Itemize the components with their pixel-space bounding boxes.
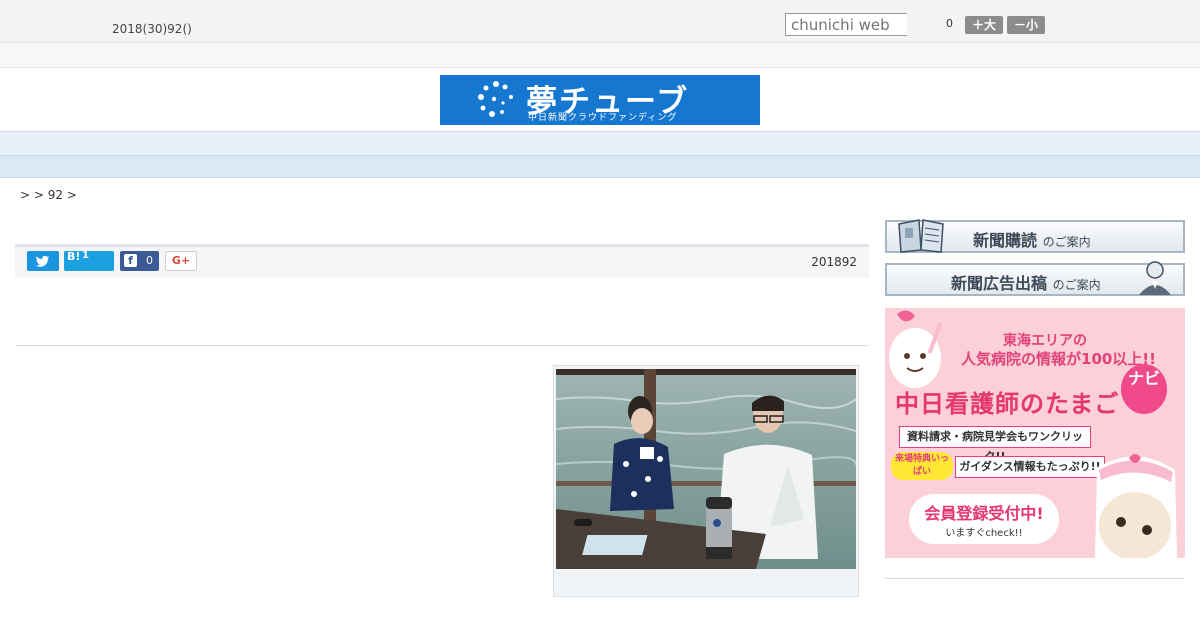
facebook-count: 0 [146,254,153,267]
sub-nav [0,156,1200,178]
font-small-button[interactable]: －小 [1007,16,1045,34]
businessman-icon [1139,261,1171,295]
subscription-info-button[interactable]: 新聞購読 のご案内 [885,219,1185,253]
twitter-bird-icon [36,255,50,267]
ad-line-1: 東海エリアの [1003,333,1087,349]
article-photo[interactable] [556,369,856,569]
font-large-button[interactable]: ＋大 [965,16,1003,34]
ad-feature-2: ガイダンス情報もたっぷり!! [955,456,1105,478]
facebook-share-button[interactable]: f 0 [120,251,159,271]
google-plus-button[interactable]: G+ [165,251,197,271]
font-size-indicator: 0 [946,17,953,30]
share-bar: B! 1 f 0 G+ 201892 [15,244,869,278]
header-band [0,43,1200,68]
global-nav [0,131,1200,156]
top-bar: 2018(30)92() 0 ＋大 －小 [0,0,1200,43]
search-input[interactable] [785,13,907,36]
ad-line-2: 人気病院の情報が100以上!! [961,350,1156,368]
yume-tube-banner[interactable]: 夢チューブ 中日新聞クラウドファンディング [440,75,760,125]
ad-bonus-badge: 来場特典いっぱい [891,452,953,480]
breadcrumb: > > 92 > [20,188,77,202]
dots-logo-icon [478,81,513,117]
twitter-share-button[interactable] [27,251,59,271]
current-date: 2018(30)92() [112,22,192,36]
hatena-count: 1 [82,250,89,261]
content-divider [15,345,869,346]
hatena-bookmark-button[interactable]: B! 1 [64,250,114,271]
nurse-character-icon [889,310,943,388]
ad-cta-sub: いますぐcheck!! [945,528,1023,539]
subscription-label: 新聞購読 のご案内 [973,231,1091,250]
hatena-label: B! [67,250,81,263]
article-date: 201892 [811,255,857,269]
banner-logo-subtext: 中日新聞クラウドファンディング [528,113,678,123]
egg-character-icon [1095,454,1177,558]
advertising-info-button[interactable]: 新聞広告出稿 のご案内 [885,261,1185,296]
ad-navi-badge: ナビ [1121,364,1167,414]
ad-feature-1: 資料請求・病院見学会もワンクリック!! [899,426,1091,463]
sidebar-divider [885,578,1185,579]
facebook-icon: f [124,254,137,267]
open-book-icon [898,219,944,253]
advertising-label: 新聞広告出稿 のご案内 [951,274,1101,293]
ad-cta-main: 会員登録受付中! [924,504,1044,523]
nurse-navi-ad[interactable]: 東海エリアの 人気病院の情報が100以上!! 中日看護師のたまご ナビ 資料請求… [885,308,1185,558]
article-photo-frame [553,365,859,597]
ad-title: 中日看護師のたまご [895,390,1120,418]
ad-cta[interactable]: 会員登録受付中! いますぐcheck!! [909,494,1059,544]
